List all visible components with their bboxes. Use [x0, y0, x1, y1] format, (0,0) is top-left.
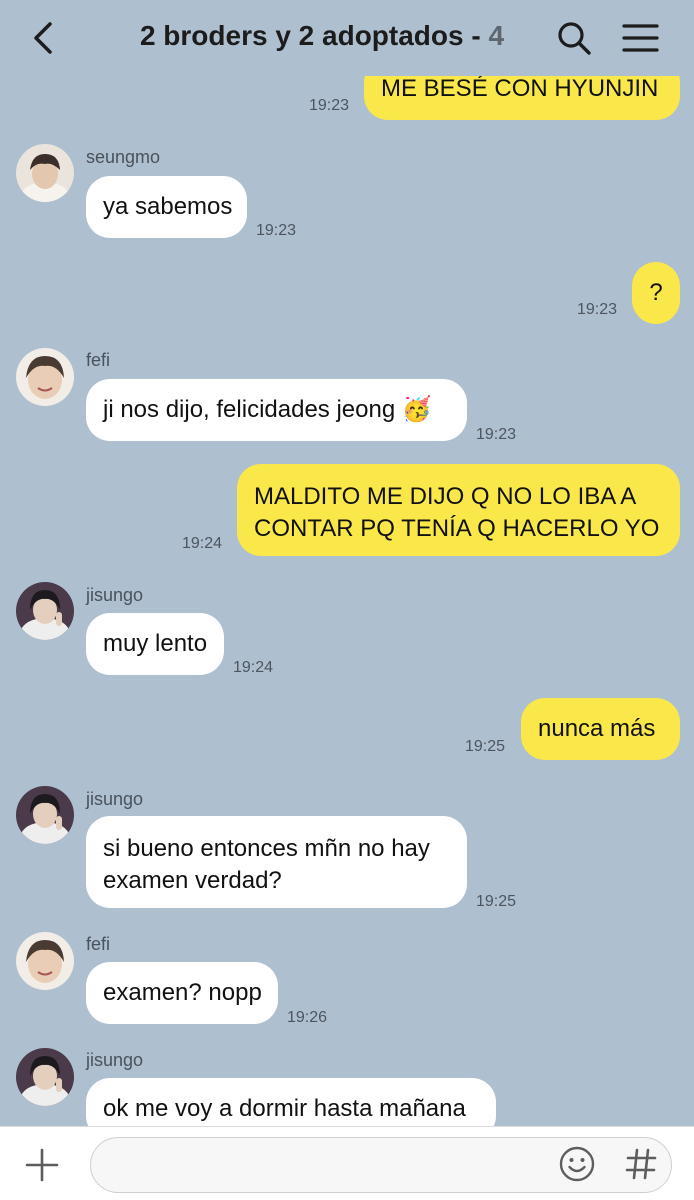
- title-separator: -: [463, 20, 489, 51]
- chat-title-text: 2 broders y 2 adoptados: [139, 20, 464, 51]
- message-bubble[interactable]: ?: [632, 262, 680, 324]
- avatar[interactable]: [16, 1048, 74, 1106]
- message-text-line: MALDITO ME DIJO Q NO LO IBA A: [254, 483, 637, 510]
- message-text: ME BESÉ CON HYUNJIN: [381, 75, 659, 102]
- sender-name: fefi: [86, 934, 111, 954]
- message-text-line: si bueno entonces mñn no hay: [103, 835, 430, 862]
- message-time: 19:24: [182, 535, 223, 552]
- avatar[interactable]: [16, 582, 74, 640]
- message-bubble[interactable]: nunca más: [521, 698, 680, 760]
- message-time: 19:23: [309, 97, 350, 114]
- member-count: 4: [488, 20, 505, 51]
- sender-name: jisungo: [86, 585, 144, 605]
- message-time: 19:25: [465, 738, 506, 755]
- emoji-smile-icon[interactable]: [558, 1145, 596, 1183]
- message-text: ya sabemos: [103, 193, 233, 220]
- message-time: 19:23: [476, 426, 517, 443]
- message-text: ?: [649, 279, 663, 306]
- message-bubble[interactable]: ya sabemos: [86, 176, 247, 238]
- hamburger-menu-icon[interactable]: [620, 20, 660, 56]
- message-bubble[interactable]: si bueno entonces mñn no hay examen verd…: [86, 816, 467, 908]
- avatar[interactable]: [16, 786, 74, 844]
- avatar[interactable]: [16, 932, 74, 990]
- message-text-line: CONTAR PQ TENÍA Q HACERLO YO: [254, 515, 660, 542]
- message-time: 19:26: [287, 1009, 328, 1026]
- message-time: 19:23: [256, 222, 297, 239]
- message-text: muy lento: [103, 630, 208, 657]
- message-text: examen? nopp: [103, 979, 262, 1006]
- message-time: 19:24: [233, 659, 274, 676]
- avatar[interactable]: [16, 348, 74, 406]
- message-bubble[interactable]: ji nos dijo, felicidades jeong 🥳: [86, 379, 467, 441]
- message-time: 19:25: [476, 893, 517, 910]
- message-text-line: examen verdad?: [103, 867, 282, 894]
- message-text: ok me voy a dormir hasta mañana: [103, 1095, 466, 1122]
- sender-name: jisungo: [86, 789, 144, 809]
- message-composer: [0, 1126, 694, 1200]
- sender-name: jisungo: [86, 1050, 144, 1070]
- plus-icon[interactable]: [24, 1147, 60, 1183]
- message-time: 19:23: [577, 301, 618, 318]
- search-icon[interactable]: [554, 18, 594, 58]
- message-bubble[interactable]: muy lento: [86, 613, 224, 675]
- avatar[interactable]: [16, 144, 74, 202]
- sender-name: fefi: [86, 350, 111, 370]
- chat-header: 2 broders y 2 adoptados - 4: [0, 0, 694, 76]
- message-text: ji nos dijo, felicidades jeong 🥳: [103, 396, 432, 423]
- message-bubble[interactable]: MALDITO ME DIJO Q NO LO IBA A CONTAR PQ …: [237, 464, 680, 556]
- message-bubble[interactable]: examen? nopp: [86, 962, 278, 1024]
- hashtag-icon[interactable]: [622, 1145, 660, 1183]
- message-text: nunca más: [538, 715, 656, 742]
- sender-name: seungmo: [86, 147, 161, 167]
- chat-title[interactable]: 2 broders y 2 adoptados - 4: [100, 20, 544, 52]
- chevron-left-icon[interactable]: [26, 20, 62, 56]
- chat-screen: 2 broders y 2 adoptados - 4 ME BESÉ CON …: [0, 0, 694, 1200]
